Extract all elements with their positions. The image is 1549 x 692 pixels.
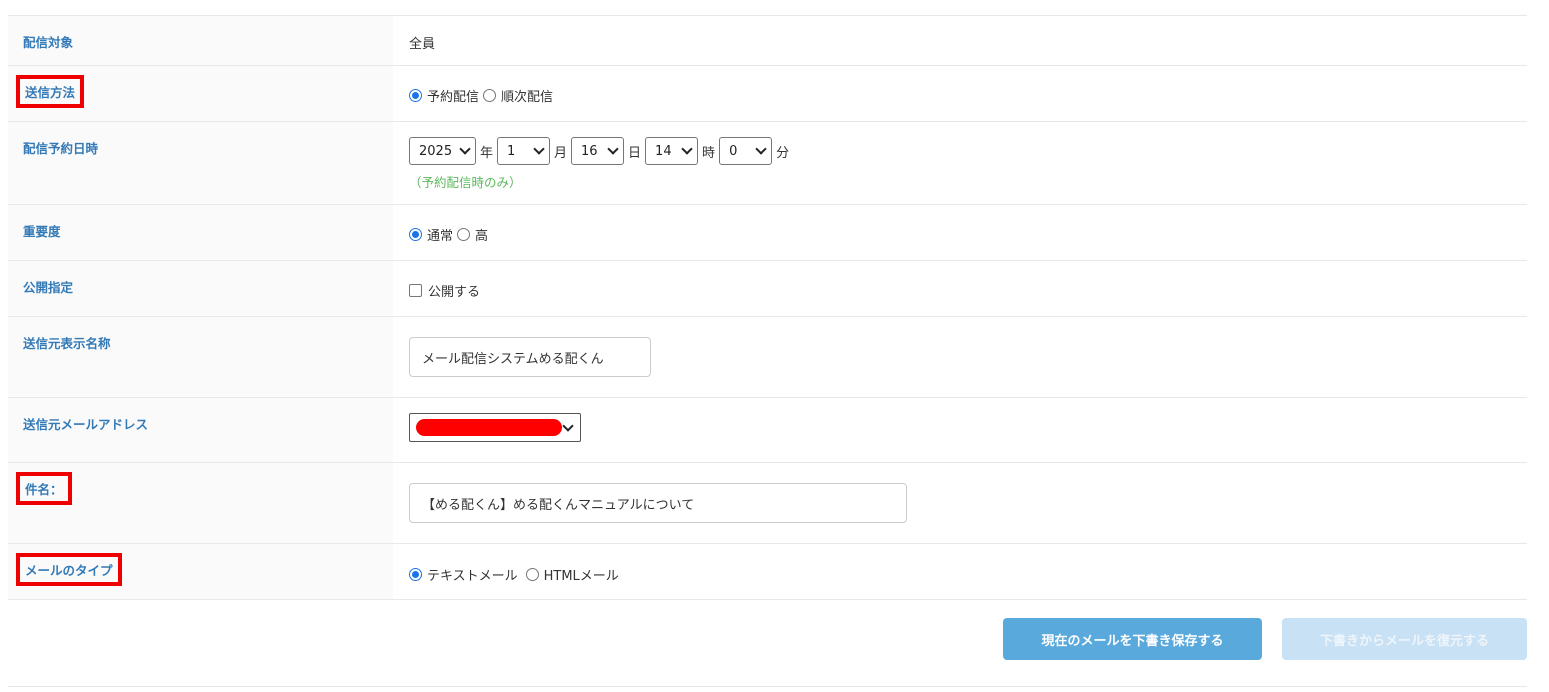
- restore-draft-button[interactable]: 下書きからメールを復元する: [1282, 618, 1527, 660]
- month-value: 1: [507, 143, 516, 159]
- label-text: 件名：: [16, 472, 72, 505]
- label-sender-address: 送信元メールアドレス: [8, 398, 393, 462]
- row-public-setting: 公開指定 公開する: [8, 261, 1527, 317]
- label-importance: 重要度: [8, 205, 393, 260]
- chevron-down-icon: [681, 143, 693, 155]
- label-text: 重要度: [23, 224, 61, 239]
- value-cell: 予約配信 順次配信: [393, 66, 1527, 121]
- label-text: 送信元表示名称: [23, 336, 111, 351]
- month-select[interactable]: 1: [497, 137, 551, 165]
- label-text: 配信予約日時: [23, 141, 99, 156]
- value-cell: 全員: [393, 16, 1527, 65]
- radio-html-mail-label[interactable]: HTMLメール: [544, 565, 619, 584]
- row-sender-display-name: 送信元表示名称 メール配信システムめる配くん: [8, 317, 1527, 398]
- subject-value: 【める配くん】める配くんマニュアルについて: [422, 497, 695, 513]
- chevron-down-icon: [459, 143, 471, 155]
- label-text: 配信対象: [23, 35, 74, 50]
- redacted-address: [416, 419, 562, 436]
- chevron-down-icon: [607, 143, 619, 155]
- row-send-method: 送信方法 予約配信 順次配信: [8, 66, 1527, 122]
- public-option: 公開する: [409, 281, 484, 300]
- row-sender-address: 送信元メールアドレス: [8, 398, 1527, 463]
- label-schedule-datetime: 配信予約日時: [8, 122, 393, 204]
- radio-high-label[interactable]: 高: [475, 225, 488, 244]
- chevron-down-icon: [562, 420, 574, 432]
- hour-select[interactable]: 14: [645, 137, 699, 165]
- label-send-method: 送信方法: [8, 66, 393, 121]
- day-unit: 日: [628, 145, 642, 161]
- radio-sequential[interactable]: [483, 89, 497, 102]
- label-text: 公開指定: [23, 280, 74, 295]
- sender-name-input[interactable]: メール配信システムめる配くん: [409, 337, 651, 377]
- month-unit: 月: [554, 145, 568, 161]
- divider: [8, 686, 1527, 687]
- radio-scheduled-label[interactable]: 予約配信: [427, 86, 479, 105]
- send-method-options: 予約配信 順次配信: [409, 86, 557, 105]
- minute-unit: 分: [776, 145, 790, 161]
- row-subject: 件名： 【める配くん】める配くんマニュアルについて: [8, 463, 1527, 544]
- radio-sequential-label[interactable]: 順次配信: [501, 86, 553, 105]
- hour-value: 14: [655, 143, 672, 159]
- minute-select[interactable]: 0: [719, 137, 773, 165]
- value-cell: 【める配くん】める配くんマニュアルについて: [393, 463, 1527, 543]
- sender-address-select[interactable]: [409, 413, 581, 442]
- radio-high[interactable]: [457, 228, 471, 241]
- year-unit: 年: [480, 145, 494, 161]
- delivery-target-value: 全員: [409, 37, 436, 52]
- label-public-setting: 公開指定: [8, 261, 393, 316]
- schedule-note: （予約配信時のみ）: [409, 175, 522, 190]
- row-mail-type: メールのタイプ テキストメール HTMLメール: [8, 544, 1527, 600]
- value-cell: 公開する: [393, 261, 1527, 316]
- label-subject: 件名：: [8, 463, 393, 543]
- label-delivery-target: 配信対象: [8, 16, 393, 65]
- label-sender-display-name: 送信元表示名称: [8, 317, 393, 397]
- public-checkbox-label[interactable]: 公開する: [428, 281, 480, 300]
- radio-text-mail[interactable]: [409, 568, 422, 581]
- radio-text-mail-label[interactable]: テキストメール: [427, 565, 518, 584]
- save-draft-button[interactable]: 現在のメールを下書き保存する: [1003, 618, 1262, 660]
- radio-html-mail[interactable]: [525, 568, 539, 581]
- subject-input[interactable]: 【める配くん】める配くんマニュアルについて: [409, 483, 907, 523]
- radio-normal-label[interactable]: 通常: [427, 225, 453, 244]
- year-value: 2025: [419, 143, 453, 159]
- value-cell: 2025 年 1 月 16 日 14 時 0 分 （予約配信時のみ）: [393, 122, 1527, 204]
- label-text: 送信元メールアドレス: [23, 417, 149, 432]
- minute-value: 0: [729, 143, 738, 159]
- mail-type-options: テキストメール HTMLメール: [409, 565, 623, 584]
- label-mail-type: メールのタイプ: [8, 544, 393, 599]
- day-value: 16: [581, 143, 598, 159]
- radio-scheduled[interactable]: [409, 89, 422, 102]
- radio-normal[interactable]: [409, 228, 422, 241]
- day-select[interactable]: 16: [571, 137, 625, 165]
- chevron-down-icon: [533, 143, 545, 155]
- row-schedule-datetime: 配信予約日時 2025 年 1 月 16 日 14 時 0 分 （予約配信時のみ…: [8, 122, 1527, 205]
- datetime-selectors: 2025 年 1 月 16 日 14 時 0 分: [409, 137, 793, 165]
- mail-settings-form: 配信対象 全員 送信方法 予約配信 順次配信 配信予約日時 2025 年 1 月…: [8, 15, 1527, 600]
- hour-unit: 時: [702, 145, 716, 161]
- chevron-down-icon: [755, 143, 767, 155]
- label-text: 送信方法: [15, 75, 85, 108]
- label-text: メールのタイプ: [16, 553, 122, 586]
- year-select[interactable]: 2025: [409, 137, 476, 165]
- public-checkbox[interactable]: [409, 284, 422, 297]
- row-delivery-target: 配信対象 全員: [8, 16, 1527, 66]
- value-cell: 通常 高: [393, 205, 1527, 260]
- row-importance: 重要度 通常 高: [8, 205, 1527, 261]
- value-cell: メール配信システムめる配くん: [393, 317, 1527, 397]
- sender-name-value: メール配信システムめる配くん: [422, 351, 604, 367]
- value-cell: テキストメール HTMLメール: [393, 544, 1527, 599]
- value-cell: [393, 398, 1527, 462]
- importance-options: 通常 高: [409, 225, 492, 244]
